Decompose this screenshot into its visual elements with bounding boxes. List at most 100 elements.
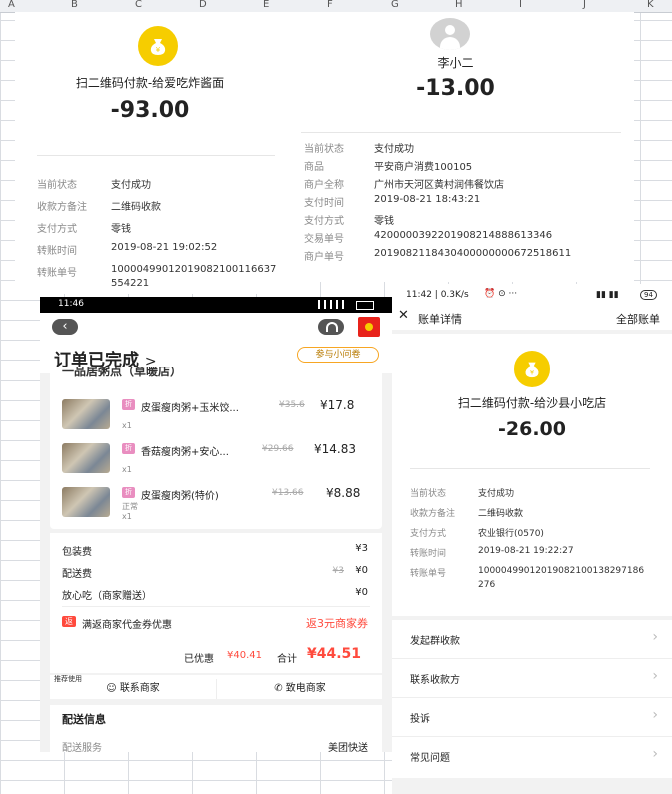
item-qty: x1 bbox=[122, 512, 132, 521]
menu-item-faq[interactable]: 常见问题 › bbox=[392, 737, 672, 775]
status-time: 11:46 bbox=[58, 299, 84, 309]
fee-value: ¥3 bbox=[355, 543, 368, 554]
row-label: 转账时间 bbox=[37, 246, 77, 257]
bill-menu: 发起群收款 › 联系收款方 › 投诉 › 常见问题 › bbox=[392, 620, 672, 778]
payee-name: 李小二 bbox=[437, 56, 474, 70]
row-label: 转账单号 bbox=[410, 569, 447, 579]
call-merchant-button[interactable]: ✆ 致电商家 bbox=[216, 679, 383, 699]
row-value: 10000499012019082100138297186 bbox=[478, 566, 645, 576]
row-label: 支付方式 bbox=[410, 529, 447, 539]
shop-name[interactable]: 一品居粥点（草暖店） bbox=[62, 367, 182, 379]
status-bar: 11:42 | 0.3K/s ⏰ ⊙ ··· ▮▮ ▮▮ 94 bbox=[392, 284, 672, 306]
column-header: G bbox=[391, 0, 399, 10]
payment-amount: -93.00 bbox=[110, 98, 190, 123]
row-value: 二维码收款 bbox=[111, 202, 161, 213]
payment-amount: -13.00 bbox=[416, 76, 495, 101]
money-bag-icon: ¥ bbox=[514, 351, 550, 387]
svg-text:¥: ¥ bbox=[530, 369, 534, 376]
row-label: 支付时间 bbox=[304, 198, 344, 209]
signal-icon bbox=[318, 300, 348, 309]
service-button[interactable] bbox=[318, 319, 344, 335]
promo-tag: 返 bbox=[62, 616, 76, 627]
row-value: 农业银行(0570) bbox=[478, 529, 544, 539]
total-value: ¥44.51 bbox=[307, 646, 362, 662]
divider bbox=[62, 606, 370, 607]
item-old-price: ¥13.66 bbox=[272, 488, 304, 498]
row-value: 2019-08-21 19:22:27 bbox=[478, 546, 574, 556]
row-label: 当前状态 bbox=[37, 180, 77, 191]
fee-label: 包装费 bbox=[62, 547, 92, 558]
row-value: 支付成功 bbox=[374, 144, 414, 155]
avatar bbox=[430, 18, 470, 50]
fee-old-value: ¥3 bbox=[332, 566, 344, 576]
payment-amount: -26.00 bbox=[498, 418, 566, 440]
menu-item-label: 投诉 bbox=[410, 714, 430, 725]
redpacket-button[interactable] bbox=[358, 317, 380, 337]
column-header: H bbox=[455, 0, 463, 10]
item-note: 正常 bbox=[122, 502, 138, 511]
money-bag-icon: ¥ bbox=[138, 26, 178, 66]
items-card: 一品居粥点（草暖店） 折 皮蛋瘦肉粥+玉米饺... ¥35.6 ¥17.8 x1… bbox=[50, 367, 382, 529]
menu-item-contact-payee[interactable]: 联系收款方 › bbox=[392, 659, 672, 698]
column-header: A bbox=[8, 0, 15, 10]
row-label: 收款方备注 bbox=[410, 509, 456, 519]
contact-bar: 推荐使用 ☺ 联系商家 ✆ 致电商家 bbox=[50, 675, 382, 699]
survey-button[interactable]: 参与小问卷 bbox=[297, 347, 379, 363]
discount-tag: 折 bbox=[122, 399, 135, 410]
column-header: F bbox=[327, 0, 333, 10]
phone-icon: ✆ bbox=[274, 683, 283, 694]
menu-item-group-collect[interactable]: 发起群收款 › bbox=[392, 620, 672, 659]
row-label: 支付方式 bbox=[37, 224, 77, 235]
svg-text:¥: ¥ bbox=[156, 46, 161, 54]
signal-icon: ▮▮ ▮▮ bbox=[596, 290, 619, 300]
payment-title: 扫二维码付款-给沙县小吃店 bbox=[457, 396, 607, 410]
status-bar: 11:46 bbox=[40, 297, 392, 313]
row-label: 交易单号 bbox=[304, 234, 344, 245]
item-name: 香菇瘦肉粥+安心... bbox=[141, 447, 229, 458]
row-value: 平安商户消费100105 bbox=[374, 162, 473, 173]
row-label: 商户全称 bbox=[304, 180, 344, 191]
delivery-card: 配送信息 配送服务 美团快送 bbox=[50, 705, 382, 752]
contact-merchant-label: 联系商家 bbox=[119, 683, 160, 694]
divider bbox=[37, 155, 275, 156]
row-label: 商品 bbox=[304, 162, 324, 173]
chat-icon: ☺ bbox=[106, 683, 117, 694]
row-value: 零钱 bbox=[111, 224, 131, 235]
row-value: 二维码收款 bbox=[478, 509, 524, 519]
item-old-price: ¥29.66 bbox=[262, 444, 294, 454]
discount-value: ¥40.41 bbox=[227, 650, 262, 661]
back-button[interactable]: ‹ bbox=[52, 319, 78, 335]
column-header: C bbox=[135, 0, 142, 10]
item-name: 皮蛋瘦肉粥+玉米饺... bbox=[141, 403, 239, 414]
status-time: 11:42 | 0.3K/s bbox=[406, 290, 469, 300]
row-value: 支付成功 bbox=[111, 180, 151, 191]
item-price: ¥17.8 bbox=[320, 398, 355, 412]
chevron-right-icon: › bbox=[652, 707, 658, 723]
close-icon[interactable]: ✕ bbox=[398, 308, 409, 323]
row-value: 支付成功 bbox=[478, 489, 515, 499]
item-price: ¥14.83 bbox=[314, 442, 356, 456]
row-value: 零钱 bbox=[374, 216, 394, 227]
all-bills-link[interactable]: 全部账单 bbox=[616, 311, 660, 327]
fees-card: 包装费 ¥3 配送费 ¥3 ¥0 放心吃（商家赠送） ¥0 返 满返商家代金券优… bbox=[50, 533, 382, 673]
delivery-service-value: 美团快送 bbox=[328, 743, 368, 752]
menu-item-complaint[interactable]: 投诉 › bbox=[392, 698, 672, 737]
avatar-body-icon bbox=[440, 37, 460, 50]
fee-label: 配送费 bbox=[62, 569, 92, 580]
total-label: 合计 bbox=[277, 654, 297, 665]
chevron-right-icon: › bbox=[652, 668, 658, 684]
row-value: 4200000392201908214888613346 bbox=[374, 230, 553, 241]
row-value: 2019-08-21 18:43:21 bbox=[374, 194, 481, 205]
menu-item-label: 联系收款方 bbox=[410, 675, 460, 686]
row-label: 当前状态 bbox=[410, 489, 447, 499]
promo-label: 满返商家代金券优惠 bbox=[82, 620, 172, 631]
row-label: 支付方式 bbox=[304, 216, 344, 227]
bill-card: ¥ 扫二维码付款-给沙县小吃店 -26.00 当前状态 支付成功 收款方备注 二… bbox=[392, 334, 672, 616]
payment-card-2: 李小二 -13.00 当前状态 支付成功 商品 平安商户消费100105 商户全… bbox=[277, 12, 634, 282]
chevron-right-icon: › bbox=[652, 746, 658, 762]
call-merchant-label: 致电商家 bbox=[285, 683, 326, 694]
menu-item-label: 常见问题 bbox=[410, 753, 450, 764]
column-header: K bbox=[647, 0, 654, 10]
contact-merchant-button[interactable]: ☺ 联系商家 bbox=[50, 679, 216, 699]
discount-tag: 折 bbox=[122, 487, 135, 498]
